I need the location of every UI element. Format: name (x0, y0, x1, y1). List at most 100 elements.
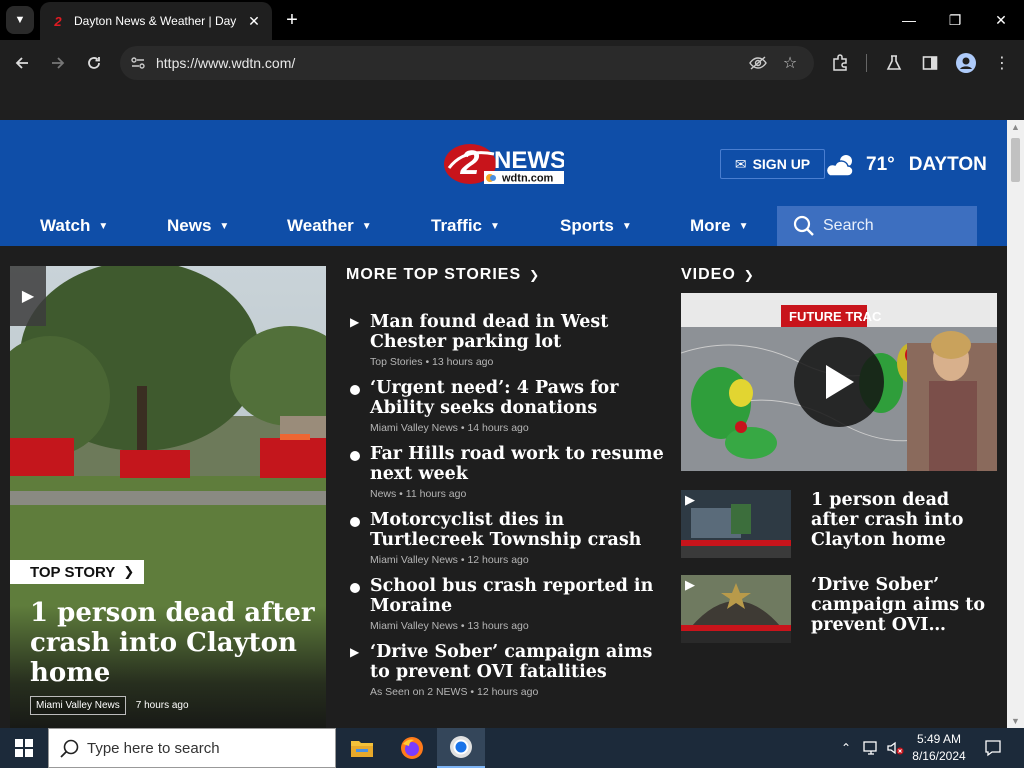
bullet-dot-icon (350, 517, 360, 527)
forward-button[interactable] (44, 49, 72, 77)
firefox-button[interactable] (388, 728, 436, 768)
clock-time: 5:49 AM (916, 732, 962, 746)
extensions-button[interactable] (826, 49, 854, 77)
start-button[interactable] (0, 728, 48, 768)
sign-up-button[interactable]: ✉ SIGN UP (720, 149, 825, 179)
play-icon: ▶ (685, 577, 695, 592)
wdtn-logo[interactable]: 2 NEWS wdtn.com (444, 138, 566, 186)
more-top-stories-title: MORE TOP STORIES (346, 266, 522, 283)
toolbar-divider (866, 54, 867, 72)
bookmark-star-icon[interactable]: ☆ (780, 53, 800, 73)
labs-button[interactable] (880, 49, 908, 77)
reload-button[interactable] (80, 49, 108, 77)
story-item[interactable]: Motorcyclist dies in Turtlecreek Townshi… (346, 510, 666, 576)
network-icon[interactable] (860, 728, 882, 768)
chrome-button[interactable] (437, 728, 485, 768)
back-button[interactable] (8, 49, 36, 77)
top-story-tag[interactable]: TOP STORY ❯ (10, 560, 145, 584)
puzzle-icon (833, 54, 847, 71)
side-panel-button[interactable] (916, 49, 944, 77)
browser-tab-active[interactable]: 2 Dayton News & Weather | Day ✕ (40, 2, 272, 40)
story-item[interactable]: ‘Urgent need’: 4 Paws for Ability seeks … (346, 378, 666, 444)
top-story-headline[interactable]: 1 person dead after crash into Clayton h… (30, 598, 320, 688)
play-icon: ▶ (685, 492, 695, 507)
search-placeholder: Search (823, 217, 874, 234)
site-search-input[interactable]: Search (777, 206, 977, 246)
system-clock[interactable]: 5:49 AM 8/16/2024 (906, 731, 972, 765)
nav-news[interactable]: News ▼ (167, 216, 229, 236)
file-explorer-button[interactable] (338, 728, 386, 768)
scroll-down-arrow-icon[interactable]: ▼ (1011, 716, 1020, 726)
nav-watch[interactable]: Watch ▼ (40, 216, 108, 236)
bookmarks-bar (0, 86, 1024, 120)
site-info-icon[interactable] (128, 53, 148, 73)
story-item[interactable]: School bus crash reported in Moraine Mia… (346, 576, 666, 642)
bullet-dot-icon (350, 385, 360, 395)
play-video-icon[interactable]: ▶ (10, 266, 46, 326)
profile-button[interactable] (952, 49, 980, 77)
video-title[interactable]: ‘Drive Sober’ campaign aims to prevent O… (811, 575, 991, 635)
story-title[interactable]: ‘Urgent need’: 4 Paws for Ability seeks … (370, 378, 666, 418)
page-scrollbar[interactable]: ▲ ▼ (1007, 120, 1024, 728)
story-item[interactable]: Far Hills road work to resume next week … (346, 444, 666, 510)
url-text[interactable]: https://www.wdtn.com/ (156, 55, 295, 71)
main-nav: Watch ▼ News ▼ Weather ▼ Traffic ▼ Sports ▼ M… (0, 206, 1007, 246)
story-item[interactable]: ▶ ‘Drive Sober’ campaign aims to prevent… (346, 642, 666, 708)
tracking-eye-icon[interactable] (748, 53, 768, 73)
video-heading[interactable]: VIDEO ❯ (681, 266, 755, 284)
featured-video-player[interactable]: FUTURE TRAC (681, 293, 997, 471)
scroll-up-arrow-icon[interactable]: ▲ (1011, 122, 1020, 132)
story-source: As Seen on 2 NEWS (370, 686, 468, 698)
minimize-button[interactable]: — (886, 0, 932, 40)
story-time: 13 hours ago (467, 620, 529, 632)
top-story-time: 7 hours ago (135, 700, 189, 711)
taskbar-search-input[interactable]: Type here to search (48, 728, 336, 768)
partly-cloudy-icon (825, 155, 854, 177)
video-title[interactable]: 1 person dead after crash into Clayton h… (811, 490, 991, 550)
nav-weather[interactable]: Weather ▼ (287, 216, 372, 236)
volume-muted-icon[interactable] (884, 728, 906, 768)
weather-widget[interactable]: 71° DAYTON (824, 150, 987, 180)
story-meta: News • 11 hours ago (370, 488, 467, 500)
sheriff-sign-thumbnail (681, 575, 791, 643)
nav-traffic[interactable]: Traffic ▼ (431, 216, 500, 236)
story-title[interactable]: School bus crash reported in Moraine (370, 576, 666, 616)
play-button-icon[interactable] (794, 337, 884, 427)
caret-down-icon: ▼ (738, 220, 749, 232)
new-tab-button[interactable]: + (280, 8, 304, 32)
story-title[interactable]: Far Hills road work to resume next week (370, 444, 666, 484)
more-top-stories-heading[interactable]: MORE TOP STORIES ❯ (346, 266, 540, 284)
close-window-button[interactable]: ✕ (978, 0, 1024, 40)
clock-date: 8/16/2024 (912, 749, 966, 763)
web-page: 2 NEWS wdtn.com ✉ SIGN UP 71° DAYTON Wat… (0, 120, 1007, 728)
video-thumbnail[interactable]: ▶ (681, 575, 791, 643)
restore-button[interactable]: ❐ (932, 0, 978, 40)
nav-more[interactable]: More ▼ (690, 216, 749, 236)
nav-sports[interactable]: Sports ▼ (560, 216, 632, 236)
wdtn-favicon-icon: 2 (54, 13, 62, 29)
story-title[interactable]: ‘Drive Sober’ campaign aims to prevent O… (370, 642, 666, 682)
top-story-card[interactable]: ▶ TOP STORY ❯ 1 person dead after crash … (10, 266, 326, 728)
video-list-item[interactable]: ▶ ‘Drive Sober’ campaign aims to prevent… (681, 575, 997, 643)
browser-menu-button[interactable]: ⋮ (988, 49, 1016, 77)
video-list-item[interactable]: ▶ 1 person dead after crash into Clayton… (681, 490, 997, 558)
story-title[interactable]: Man found dead in West Chester parking l… (370, 312, 666, 352)
story-title[interactable]: Motorcyclist dies in Turtlecreek Townshi… (370, 510, 666, 550)
address-bar[interactable]: https://www.wdtn.com/ ☆ (120, 46, 814, 80)
profile-avatar-icon (956, 53, 976, 73)
notification-center-icon[interactable] (978, 728, 1008, 768)
video-thumbnail[interactable]: ▶ (681, 490, 791, 558)
tab-search-button[interactable]: ▼ (6, 6, 34, 34)
tab-close-icon[interactable]: ✕ (244, 11, 264, 31)
tray-overflow-icon[interactable]: ⌃ (836, 728, 856, 768)
story-meta: Miami Valley News • 12 hours ago (370, 554, 529, 566)
chrome-icon (450, 736, 472, 758)
scroll-thumb[interactable] (1011, 138, 1020, 182)
logo-number: 2 (460, 144, 480, 182)
weather-city: DAYTON (908, 154, 987, 175)
caret-down-icon: ▼ (361, 220, 372, 232)
story-item[interactable]: ▶ Man found dead in West Chester parking… (346, 312, 666, 378)
top-story-source[interactable]: Miami Valley News (30, 696, 126, 715)
story-source: News (370, 488, 397, 500)
firefox-icon (401, 737, 423, 759)
